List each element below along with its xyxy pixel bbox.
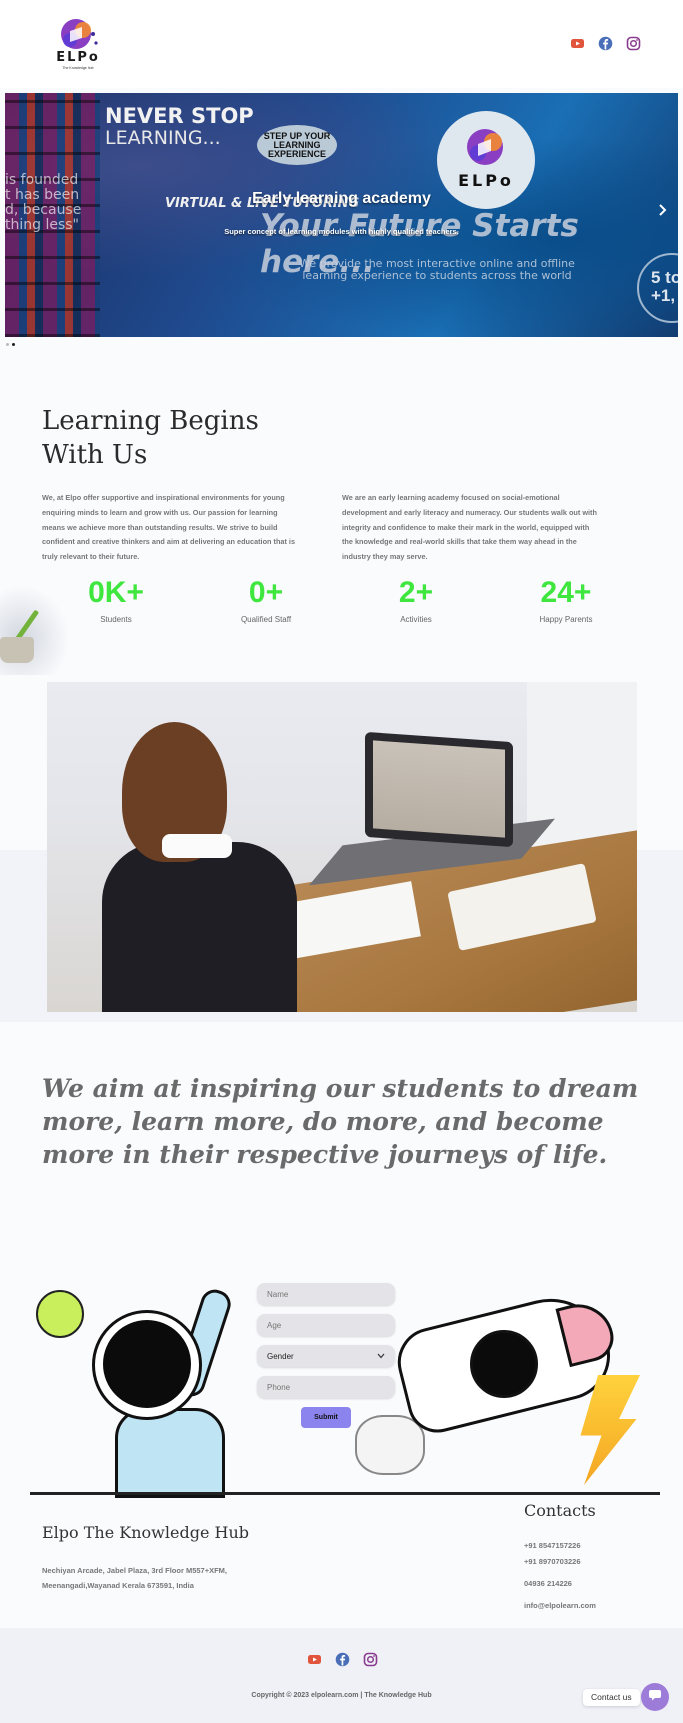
chevron-down-icon [377, 1352, 385, 1361]
submit-button[interactable]: Submit [301, 1407, 351, 1428]
logo-text: ELPo [56, 50, 100, 65]
gender-select-value: Gender [267, 1351, 294, 1361]
photo-girl-body [102, 842, 297, 1012]
photo-laptop-screen [373, 740, 505, 838]
instagram-icon[interactable] [626, 36, 641, 51]
stat-qualified-staff: 0+ Qualified Staff [206, 575, 326, 624]
footer-address: Nechiyan Arcade, Jabel Plaza, 3rd Floor … [42, 1563, 282, 1593]
stat-activities: 2+ Activities [356, 575, 476, 624]
online-learning-photo [47, 682, 637, 1012]
stat-value: 0+ [248, 576, 284, 609]
elpo-logo[interactable]: ELPo The Knowledge hub [52, 16, 104, 74]
stat-label: Activities [400, 615, 432, 624]
hero-logo-mark-icon [467, 129, 503, 165]
contact-phone-2[interactable]: +91 8970703226 [524, 1557, 581, 1566]
photo-girl [102, 722, 302, 1012]
contact-email[interactable]: info@elpolearn.com [524, 1601, 596, 1610]
learning-heading: Learning Begins With Us [42, 404, 302, 472]
stat-students: 0K+ Students [56, 575, 176, 624]
contact-landline[interactable]: 04936 214226 [524, 1579, 572, 1588]
hero-bg-learning: LEARNING... [105, 127, 221, 149]
address-line: Meenangadi,Wayanad Kerala 673591, India [42, 1581, 194, 1590]
pencil-cup [0, 637, 34, 663]
learning-paragraph-left: We, at Elpo offer supportive and inspira… [42, 493, 296, 562]
enquiry-form: Gender Submit [257, 1283, 395, 1428]
ball-graphic [36, 1290, 84, 1338]
copyright-text: Copyright © 2023 elpolearn.com | The Kno… [251, 1692, 432, 1699]
contact-phone-1[interactable]: +91 8547157226 [524, 1541, 581, 1550]
header-social-links [570, 36, 641, 51]
instagram-icon[interactable] [363, 1652, 378, 1667]
page: ELPo The Knowledge hub is founded t has … [0, 0, 683, 1723]
slider-dots [6, 343, 15, 346]
hero-logo-text: ELPo [458, 171, 514, 190]
stat-value: 24+ [540, 576, 592, 609]
rocket-window [470, 1330, 538, 1398]
hero-bg-provide: We provide the most interactive online a… [299, 257, 575, 282]
stat-happy-parents: 24+ Happy Parents [506, 575, 626, 624]
hero-subtitle: Super concept of learning modules with h… [224, 227, 459, 236]
footer-social-links [307, 1652, 378, 1667]
gender-select[interactable]: Gender [257, 1345, 395, 1367]
address-line: Nechiyan Arcade, Jabel Plaza, 3rd Floor … [42, 1566, 227, 1575]
photo-laptop [365, 731, 513, 848]
phone-input[interactable] [257, 1376, 395, 1398]
name-input[interactable] [257, 1283, 395, 1305]
hero-bg-step-up: STEP UP YOUR LEARNING EXPERIENCE [257, 125, 337, 165]
facebook-icon[interactable] [598, 36, 613, 51]
chevron-right-icon[interactable] [658, 203, 668, 220]
stat-label: Happy Parents [539, 615, 593, 624]
hero-slider[interactable]: is founded t has been d, because thing l… [5, 93, 678, 337]
ground-line [30, 1492, 660, 1495]
learning-paragraph-right: We are an early learning academy focused… [342, 493, 597, 562]
astronaut-visor [103, 1320, 191, 1408]
footer-title: Elpo The Knowledge Hub [42, 1523, 249, 1542]
footer-bottom-bar [0, 1628, 683, 1723]
youtube-icon[interactable] [307, 1652, 322, 1667]
learning-heading-line2: With Us [42, 440, 148, 470]
facebook-icon[interactable] [335, 1652, 350, 1667]
stat-value: 0K+ [88, 576, 144, 609]
stat-label: Qualified Staff [240, 615, 292, 624]
logo-tagline: The Knowledge hub [62, 66, 94, 70]
site-header: ELPo The Knowledge hub [0, 0, 683, 88]
chat-icon [648, 1688, 662, 1706]
stat-value: 2+ [398, 576, 434, 609]
age-input[interactable] [257, 1314, 395, 1336]
contact-us-label[interactable]: Contact us [583, 1689, 640, 1706]
slider-dot-active[interactable] [12, 343, 15, 346]
hero-bg-never-stop: NEVER STOP [105, 104, 254, 128]
photo-girl-collar [162, 834, 232, 858]
learning-heading-line1: Learning Begins [42, 406, 259, 436]
stat-label: Students [100, 615, 132, 624]
youtube-icon[interactable] [570, 36, 585, 51]
mission-quote: We aim at inspiring our students to drea… [42, 1074, 639, 1169]
hero-title: Early learning academy [252, 190, 431, 207]
slider-dot[interactable] [6, 343, 9, 346]
contact-us-button[interactable] [641, 1683, 669, 1711]
contacts-title: Contacts [524, 1501, 596, 1520]
astronaut-body [115, 1408, 225, 1498]
